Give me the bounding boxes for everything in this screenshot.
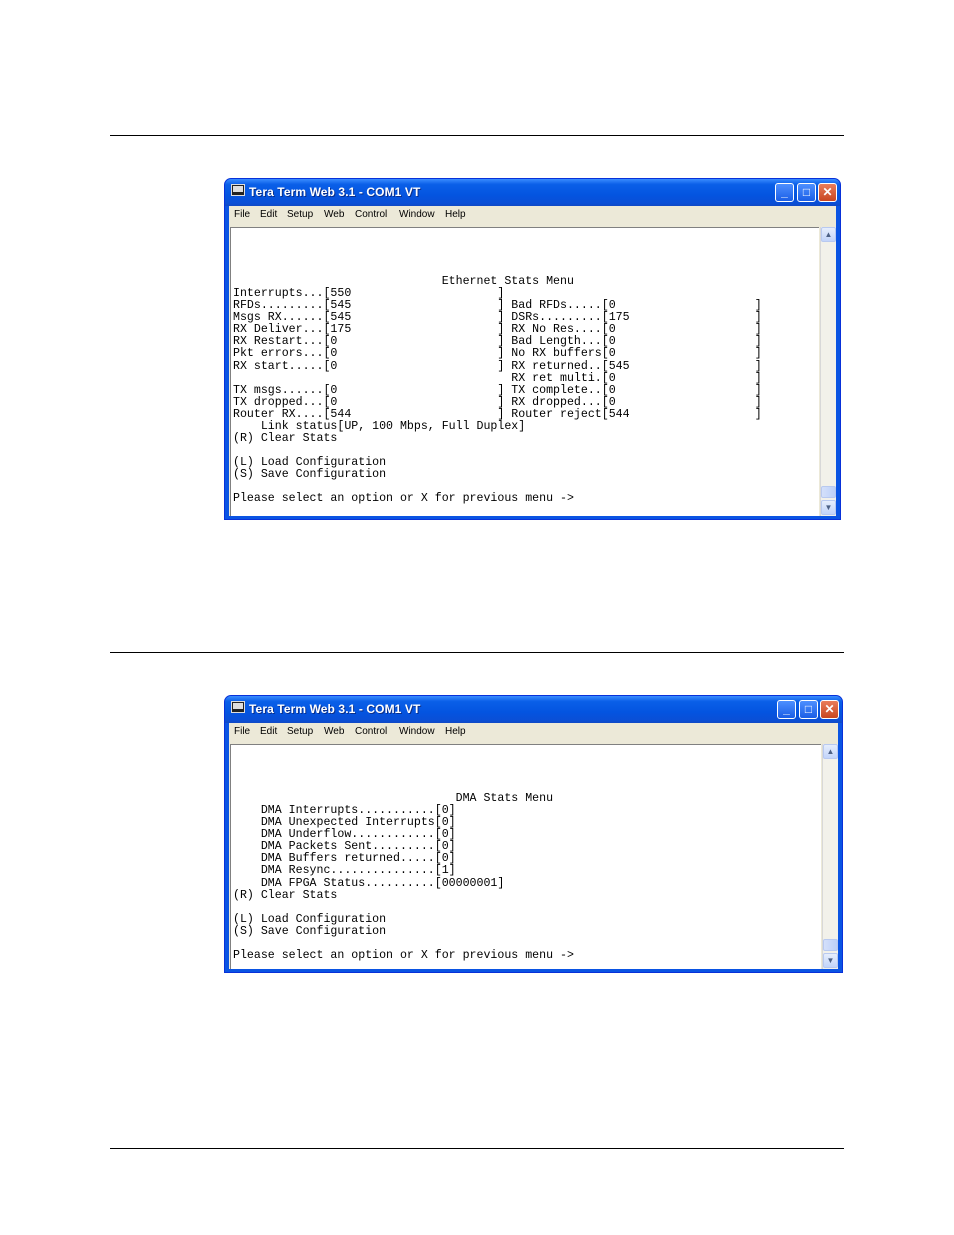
terminal-line: (R) Clear Stats [233,431,338,445]
minimize-button[interactable]: _ [777,700,796,719]
menu-setup[interactable]: Setup [287,209,313,220]
menu-web[interactable]: Web [324,726,344,737]
menu-help[interactable]: Help [445,726,466,737]
title-bar[interactable]: Tera Term Web 3.1 - COM1 VT _ □ ✕ [225,696,842,723]
maximize-button[interactable]: □ [799,700,818,719]
teraterm-app-icon[interactable] [231,184,245,196]
terminal-line: DMA Resync...............[1] [233,864,456,878]
terminal-line: TX dropped...[0 ] RX dropped...[0 ] [233,395,762,409]
window-title: Tera Term Web 3.1 - COM1 VT [249,702,421,716]
scroll-thumb[interactable] [821,486,836,498]
teraterm-app-icon[interactable] [231,701,245,713]
menu-file[interactable]: File [234,209,250,220]
menu-help[interactable]: Help [445,209,466,220]
close-button[interactable]: ✕ [820,700,839,719]
scroll-down-button[interactable]: ▼ [823,953,838,968]
horizontal-rule-bottom [110,1148,844,1149]
terminal-line: Router RX....[544 ] Router reject[544 ] [233,407,762,421]
scroll-up-button[interactable]: ▲ [821,227,836,242]
terminal-output: Ethernet Stats Menu Interrupts...[550 ] RF… [233,228,762,505]
terminal-screen[interactable]: Ethernet Stats Menu Interrupts...[550 ] RF… [230,227,819,516]
menu-web[interactable]: Web [324,209,344,220]
teraterm-window-ethernet: Tera Term Web 3.1 - COM1 VT _ □ ✕ File E… [224,178,841,520]
menu-window[interactable]: Window [399,726,435,737]
terminal-line: DMA FPGA Status..........[00000001] [233,876,505,890]
terminal-line: (L) Load Configuration [233,912,387,926]
horizontal-rule-top [110,135,844,136]
vertical-scrollbar[interactable]: ▲ ▼ [820,227,836,516]
client-area: DMA Stats Menu DMA Interrupts...........… [229,742,838,969]
terminal-line: Link status[UP, 100 Mbps, Full Duplex] [233,419,526,433]
menu-window[interactable]: Window [399,209,435,220]
menu-bar: File Edit Setup Web Control Window Help [229,206,836,225]
terminal-line: TX msgs......[0 ] TX complete..[0 ] [233,383,762,397]
title-bar[interactable]: Tera Term Web 3.1 - COM1 VT _ □ ✕ [225,179,840,206]
menu-edit[interactable]: Edit [260,726,277,737]
teraterm-window-dma: Tera Term Web 3.1 - COM1 VT _ □ ✕ File E… [224,695,843,973]
client-area: Ethernet Stats Menu Interrupts...[550 ] RF… [229,225,836,516]
terminal-output: DMA Stats Menu DMA Interrupts...........… [233,745,574,962]
menu-file[interactable]: File [234,726,250,737]
vertical-scrollbar[interactable]: ▲ ▼ [822,744,838,969]
terminal-line: (S) Save Configuration [233,924,387,938]
terminal-line: RX ret multi.[0 ] [233,371,762,385]
terminal-screen[interactable]: DMA Stats Menu DMA Interrupts...........… [230,744,821,969]
terminal-line: Please select an option or X for previou… [233,492,574,506]
menu-setup[interactable]: Setup [287,726,313,737]
minimize-button[interactable]: _ [775,183,794,202]
scroll-thumb[interactable] [823,939,838,951]
menu-control[interactable]: Control [355,209,387,220]
maximize-button[interactable]: □ [797,183,816,202]
scroll-up-button[interactable]: ▲ [823,744,838,759]
terminal-line: RX start.....[0 ] RX returned..[545 ] [233,359,762,373]
menu-bar: File Edit Setup Web Control Window Help [229,723,838,742]
terminal-line: Please select an option or X for previou… [233,948,574,962]
terminal-line: (R) Clear Stats [233,888,338,902]
horizontal-rule-middle [110,652,844,653]
window-title: Tera Term Web 3.1 - COM1 VT [249,185,421,199]
close-button[interactable]: ✕ [818,183,837,202]
terminal-line: Pkt errors...[0 ] No RX buffers[0 ] [233,347,762,361]
scroll-down-button[interactable]: ▼ [821,500,836,515]
terminal-line: (S) Save Configuration [233,467,387,481]
menu-control[interactable]: Control [355,726,387,737]
menu-edit[interactable]: Edit [260,209,277,220]
